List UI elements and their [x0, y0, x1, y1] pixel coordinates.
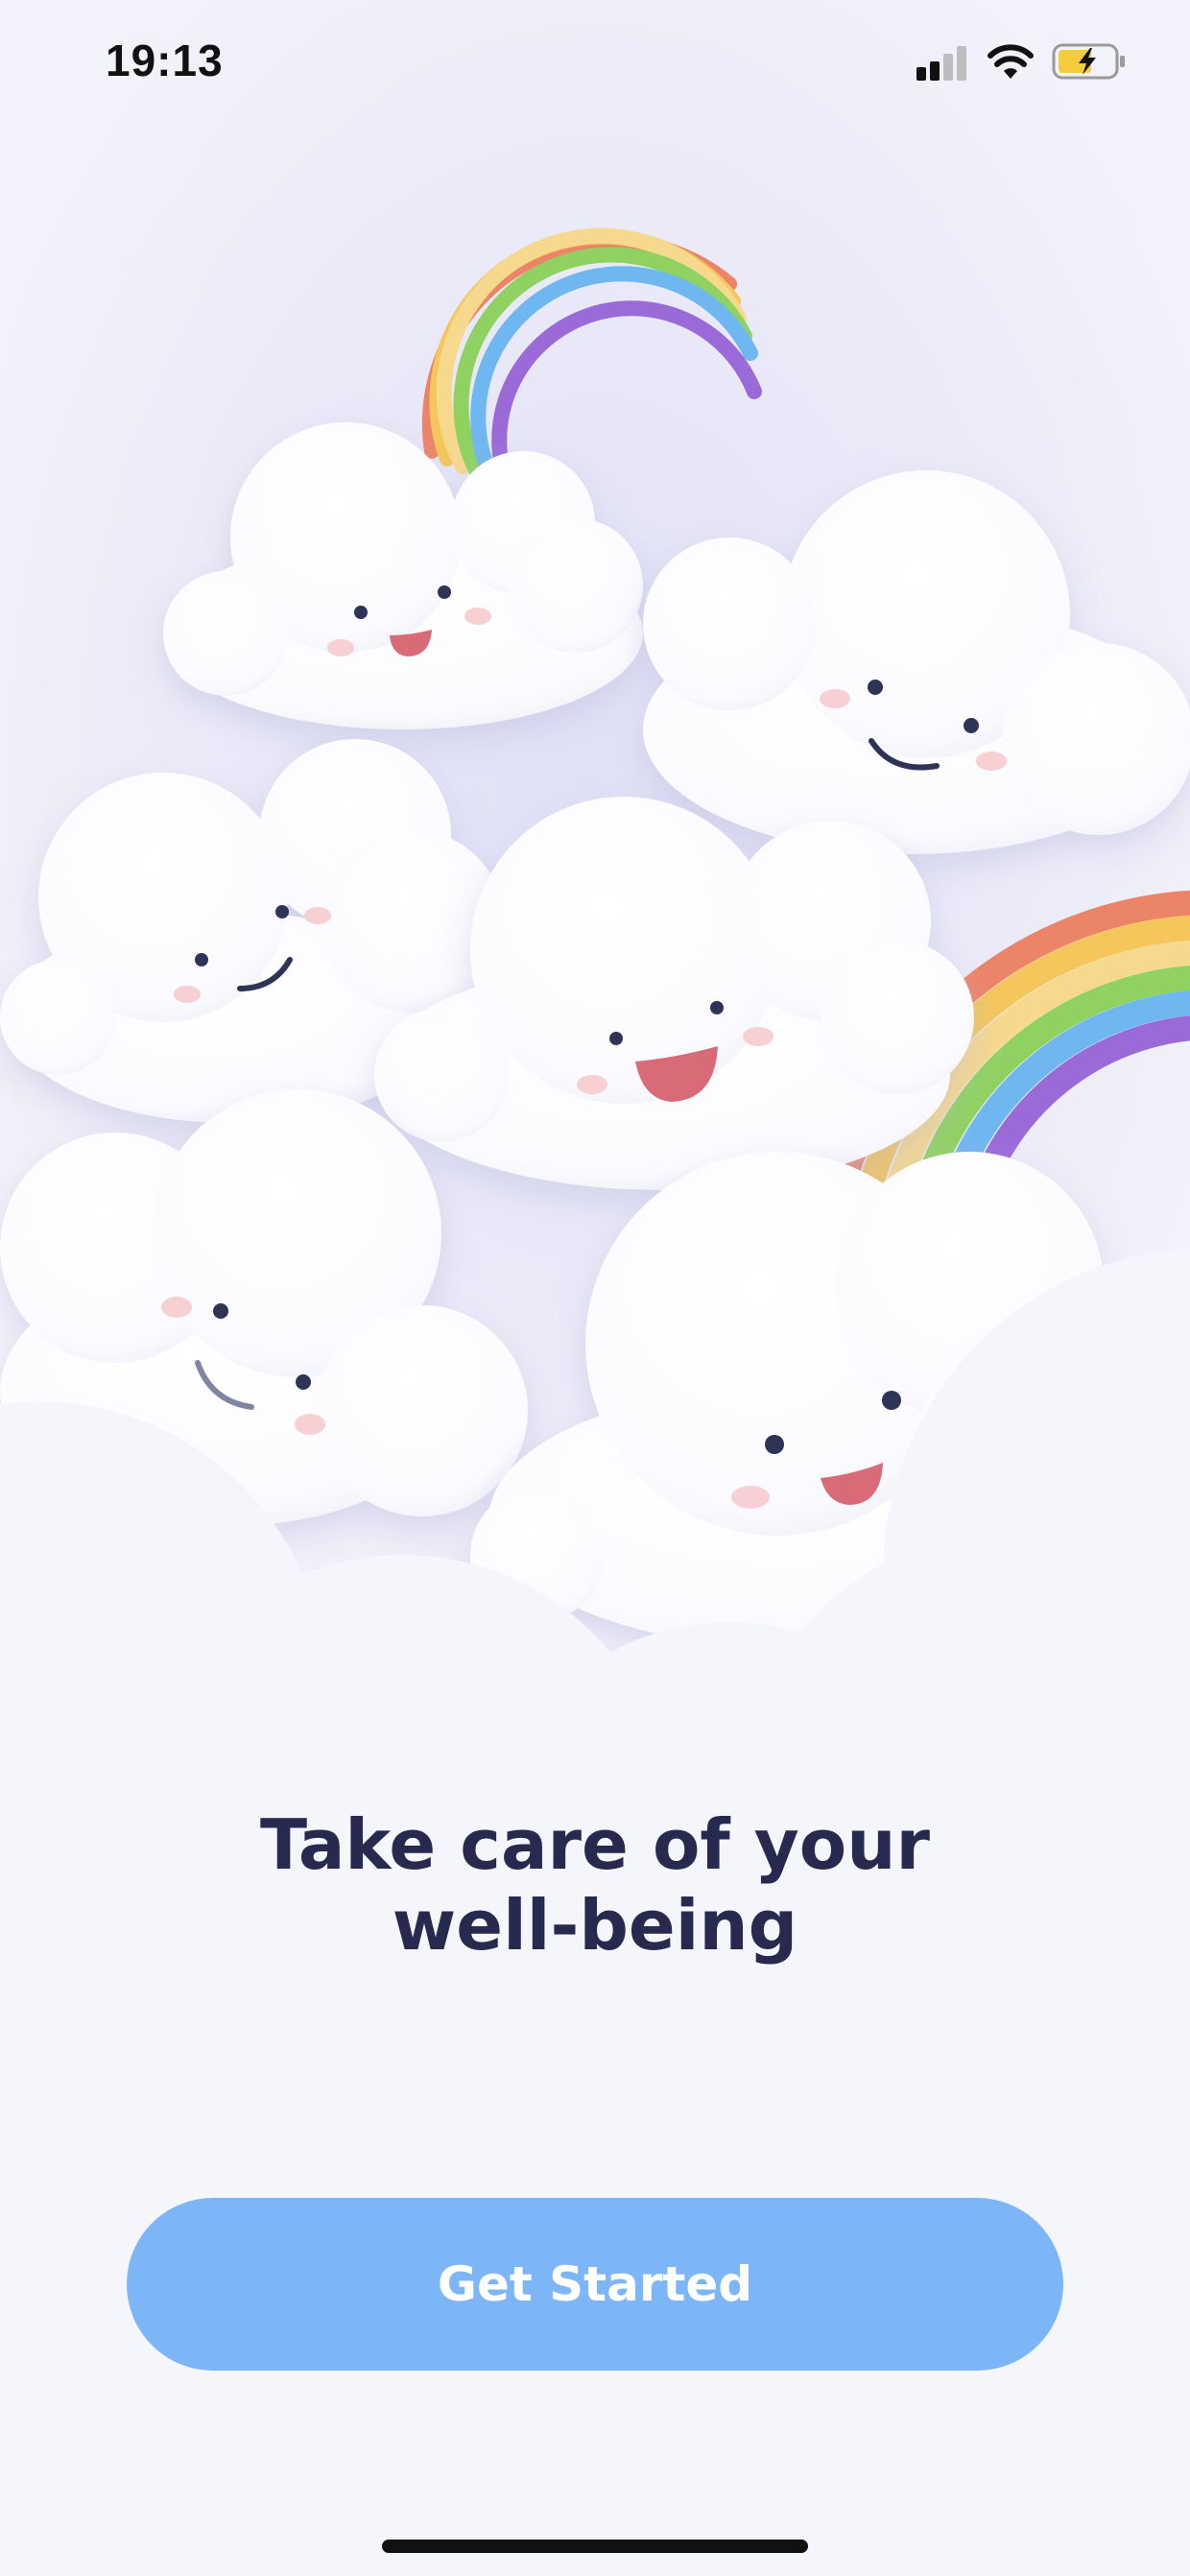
get-started-button[interactable]: Get Started [127, 2198, 1063, 2371]
status-bar: 19:13 [0, 0, 1190, 134]
wifi-icon [988, 44, 1034, 79]
home-indicator[interactable] [382, 2540, 808, 2553]
onboarding-headline: Take care of your well-being [0, 1804, 1190, 1966]
headline-line-1: Take care of your [260, 1804, 930, 1885]
headline-line-2: well-being [392, 1885, 798, 1966]
onboarding-illustration [0, 0, 1190, 1728]
status-time: 19:13 [106, 36, 224, 85]
cellular-signal-icon [916, 46, 966, 81]
battery-charging-icon [1052, 43, 1125, 80]
